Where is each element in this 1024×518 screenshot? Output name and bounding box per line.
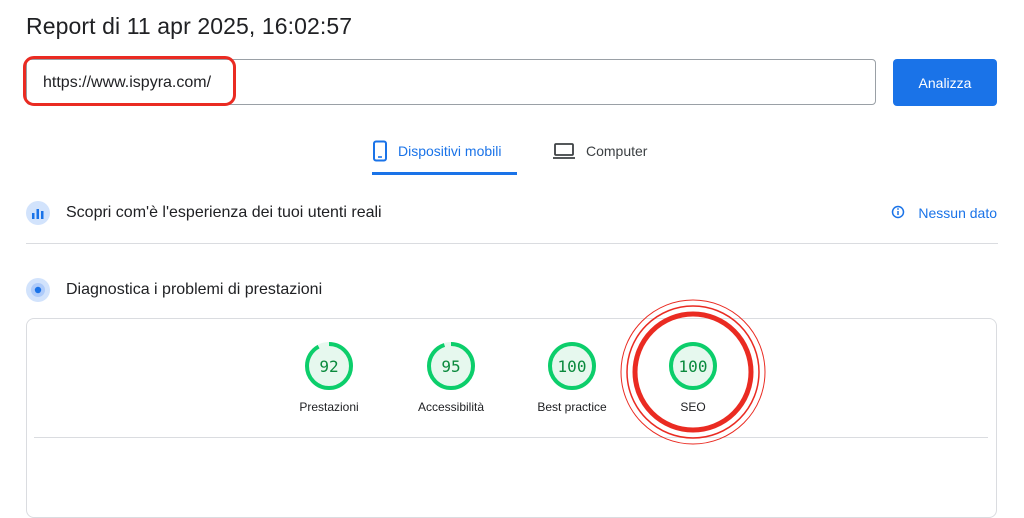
section-divider bbox=[26, 243, 998, 244]
page-title: Report di 11 apr 2025, 16:02:57 bbox=[26, 13, 353, 39]
laptop-icon bbox=[552, 133, 576, 169]
score-value: 100 bbox=[557, 356, 587, 376]
score-label: Accessibilità bbox=[417, 400, 485, 414]
score-value: 92 bbox=[319, 356, 339, 376]
url-input[interactable]: https://www.ispyra.com/ bbox=[26, 59, 876, 105]
tab-desktop[interactable]: Computer bbox=[552, 133, 662, 175]
no-data-label: Nessun dato bbox=[918, 205, 997, 221]
score-label: Prestazioni bbox=[299, 400, 359, 414]
users-chart-icon bbox=[26, 201, 50, 225]
score-gauge-seo[interactable]: 100 SEO bbox=[633, 340, 753, 414]
smartphone-icon bbox=[372, 133, 388, 169]
score-value: 100 bbox=[678, 356, 708, 376]
field-data-section: Scopri com'è l'esperienza dei tuoi utent… bbox=[26, 201, 997, 225]
score-gauge-prestazioni[interactable]: 92 Prestazioni bbox=[269, 340, 389, 414]
score-label: Best practice bbox=[537, 400, 607, 414]
tab-mobile-label: Dispositivi mobili bbox=[398, 143, 502, 159]
card-divider bbox=[34, 437, 988, 438]
lighthouse-icon bbox=[26, 278, 50, 302]
field-data-title: Scopri com'è l'esperienza dei tuoi utent… bbox=[66, 204, 382, 221]
score-value: 95 bbox=[441, 356, 461, 376]
lab-data-title: Diagnostica i problemi di prestazioni bbox=[66, 281, 323, 298]
tab-mobile[interactable]: Dispositivi mobili bbox=[372, 133, 517, 175]
score-label: SEO bbox=[680, 400, 706, 414]
info-icon bbox=[891, 205, 905, 222]
score-gauge-accessibilit-[interactable]: 95 Accessibilità bbox=[391, 340, 511, 414]
no-data-status: Nessun dato bbox=[891, 205, 997, 222]
lab-data-section: Diagnostica i problemi di prestazioni bbox=[26, 278, 997, 302]
tab-desktop-label: Computer bbox=[586, 143, 648, 159]
score-gauge-best-practice[interactable]: 100 Best practice bbox=[512, 340, 632, 414]
analyze-button[interactable]: Analizza bbox=[893, 59, 997, 106]
